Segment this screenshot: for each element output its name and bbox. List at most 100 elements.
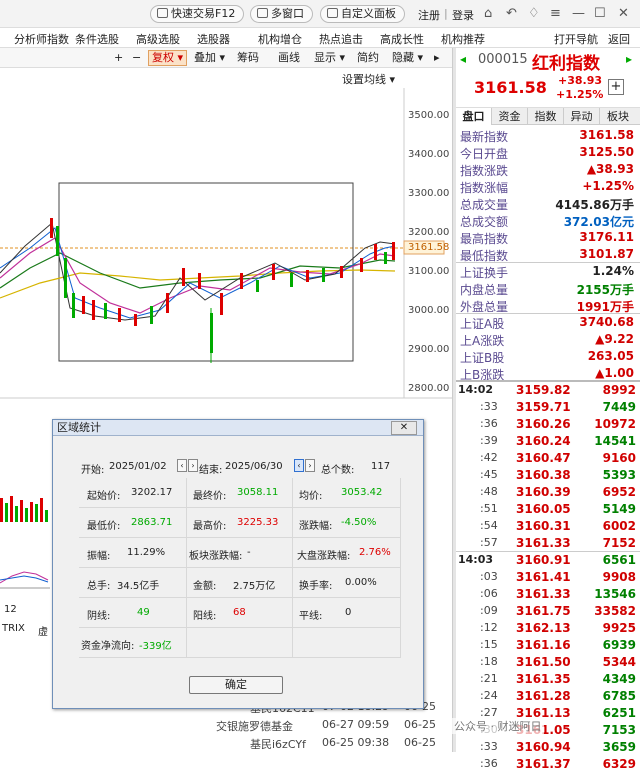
stock-change-pct: +1.25% xyxy=(556,88,604,101)
tick-price: 3160.39 xyxy=(516,485,571,499)
nav-right-icon[interactable]: ▸ xyxy=(626,52,632,66)
y-tick-label: 3300.00 xyxy=(408,188,450,199)
market-label: 大盘涨跌幅: xyxy=(297,551,351,562)
bell-icon[interactable]: ⌂ xyxy=(484,6,492,21)
tab-pankou[interactable]: 盘口 xyxy=(456,108,492,125)
tab-zijin[interactable]: 资金 xyxy=(492,108,528,125)
tick-volume: 5393 xyxy=(602,468,636,482)
menu-advanced-select[interactable]: 高级选股 xyxy=(136,31,180,47)
tick-row: :48 3160.39 6952 xyxy=(456,484,640,501)
end-next-button[interactable]: › xyxy=(305,459,315,472)
close-icon[interactable]: ✕ xyxy=(618,6,629,21)
maximize-icon[interactable]: ☐ xyxy=(594,6,606,21)
menu-back[interactable]: 返回 xyxy=(608,31,630,47)
minimize-icon[interactable]: — xyxy=(572,6,585,21)
tick-price: 3161.28 xyxy=(516,689,571,703)
start-prev-button[interactable]: ‹ xyxy=(177,459,187,472)
candles xyxy=(50,218,395,363)
jianyue-button[interactable]: 简约 xyxy=(357,50,379,66)
tick-volume: 9925 xyxy=(602,621,636,635)
more-icon[interactable]: ▸ xyxy=(434,50,440,66)
tick-row: 14:03 3160.91 6561 xyxy=(456,552,640,569)
multi-window-button[interactable]: 多窗口 xyxy=(250,5,313,23)
last-price-tag: 3161.58 xyxy=(408,242,450,253)
list-author[interactable]: 交银施罗德基金 xyxy=(216,718,293,734)
menu-bar: 分析师指数 条件选股 高级选股 选股器 机构增仓 热点追击 高成长性 机构推荐 … xyxy=(0,28,640,48)
tick-row: :33 3159.71 7449 xyxy=(456,399,640,416)
dialog-close-button[interactable]: ✕ xyxy=(391,421,417,435)
start-label: 开始: xyxy=(81,465,105,476)
menu-open-nav[interactable]: 打开导航 xyxy=(554,31,598,47)
tick-price: 3159.71 xyxy=(516,400,571,414)
total-label: 总个数: xyxy=(321,465,355,476)
xu-label[interactable]: 虚 xyxy=(38,623,48,638)
turn-value: 0.00% xyxy=(345,577,377,588)
tick-price: 3160.38 xyxy=(516,468,571,482)
back-icon[interactable]: ↶ xyxy=(506,6,517,21)
menu-high-growth[interactable]: 高成长性 xyxy=(380,31,424,47)
menu-analyst-index[interactable]: 分析师指数 xyxy=(14,31,69,47)
quote-value: 4145.86万手 xyxy=(555,198,634,212)
tick-time: :57 xyxy=(480,536,498,549)
quote-value: 3176.11 xyxy=(579,230,634,244)
tick-time: :03 xyxy=(480,570,498,583)
quote-row: 上证B股 263.05 xyxy=(460,348,634,365)
tab-yidong[interactable]: 异动 xyxy=(564,108,600,125)
quote-value: ▲1.00 xyxy=(595,366,634,380)
quote-row: 上证换手 1.24% xyxy=(460,263,634,280)
list-date: 06-25 xyxy=(404,736,436,749)
quick-trade-button[interactable]: 快速交易F12 xyxy=(150,5,245,23)
chouma-button[interactable]: 筹码 xyxy=(237,50,259,66)
ok-button[interactable]: 确定 xyxy=(189,676,283,694)
amp-label: 振幅: xyxy=(87,551,111,562)
menu-inst-recommend[interactable]: 机构推荐 xyxy=(441,31,485,47)
tab-zhishu[interactable]: 指数 xyxy=(528,108,564,125)
yincang-button[interactable]: 隐藏 ▾ xyxy=(392,50,423,66)
menu-stock-picker[interactable]: 选股器 xyxy=(197,31,230,47)
zoom-in-button[interactable]: + xyxy=(114,50,123,66)
quote-key: 最高指数 xyxy=(460,232,509,246)
list-author[interactable]: 基民i6zCYf xyxy=(250,736,306,752)
trade-icon xyxy=(157,8,168,18)
vol-label: 总手: xyxy=(87,581,111,592)
y-tick-label: 3100.00 xyxy=(408,266,450,277)
tick-row: 14:02 3159.82 8992 xyxy=(456,382,640,399)
huaxian-button[interactable]: 画线 xyxy=(278,50,300,66)
high-value: 3225.33 xyxy=(237,517,279,528)
menu-hot-chase[interactable]: 热点追击 xyxy=(319,31,363,47)
quote-value: 372.03亿元 xyxy=(563,215,634,229)
amp-value: 11.29% xyxy=(127,547,166,558)
xianshi-button[interactable]: 显示 ▾ xyxy=(314,50,345,66)
diejia-button[interactable]: 叠加 ▾ xyxy=(194,50,225,66)
quote-row: 指数涨跌 ▲38.93 xyxy=(460,161,634,178)
start-next-button[interactable]: › xyxy=(188,459,198,472)
register-link[interactable]: 注册 xyxy=(418,7,440,23)
quote-row: 最新指数 3161.58 xyxy=(460,127,634,144)
tick-time: 14:02 xyxy=(458,383,494,396)
menu-condition-select[interactable]: 条件选股 xyxy=(75,31,119,47)
tick-time: 14:03 xyxy=(458,553,494,566)
trix-label[interactable]: TRIX xyxy=(2,623,25,634)
avg-label: 均价: xyxy=(299,491,323,502)
tick-row: :36 3160.26 10972 xyxy=(456,416,640,433)
custom-panel-button[interactable]: 自定义面板 xyxy=(320,5,405,23)
zoom-out-button[interactable]: − xyxy=(132,50,141,66)
fuquan-button[interactable]: 复权 ▾ xyxy=(148,50,188,66)
login-link[interactable]: 登录 xyxy=(452,7,474,23)
tick-price: 3161.41 xyxy=(516,570,571,584)
add-watchlist-button[interactable]: + xyxy=(608,79,624,95)
tick-row: :09 3161.75 33582 xyxy=(456,603,640,620)
end-prev-button[interactable]: ‹ xyxy=(294,459,304,472)
menu-icon[interactable]: ≡ xyxy=(550,6,561,21)
tick-volume: 33582 xyxy=(594,604,636,618)
pos-value: 68 xyxy=(233,607,246,618)
axis-label-12: 12 xyxy=(4,604,17,615)
stock-change: +38.93 xyxy=(558,74,603,87)
tab-bankuai[interactable]: 板块 xyxy=(600,108,636,125)
quote-value: 3101.87 xyxy=(579,247,634,261)
shirt-icon[interactable]: ♢ xyxy=(528,6,540,21)
nav-left-icon[interactable]: ◂ xyxy=(460,52,466,66)
tick-time: :54 xyxy=(480,519,498,532)
tick-volume: 9160 xyxy=(602,451,636,465)
menu-inst-increase[interactable]: 机构增仓 xyxy=(258,31,302,47)
